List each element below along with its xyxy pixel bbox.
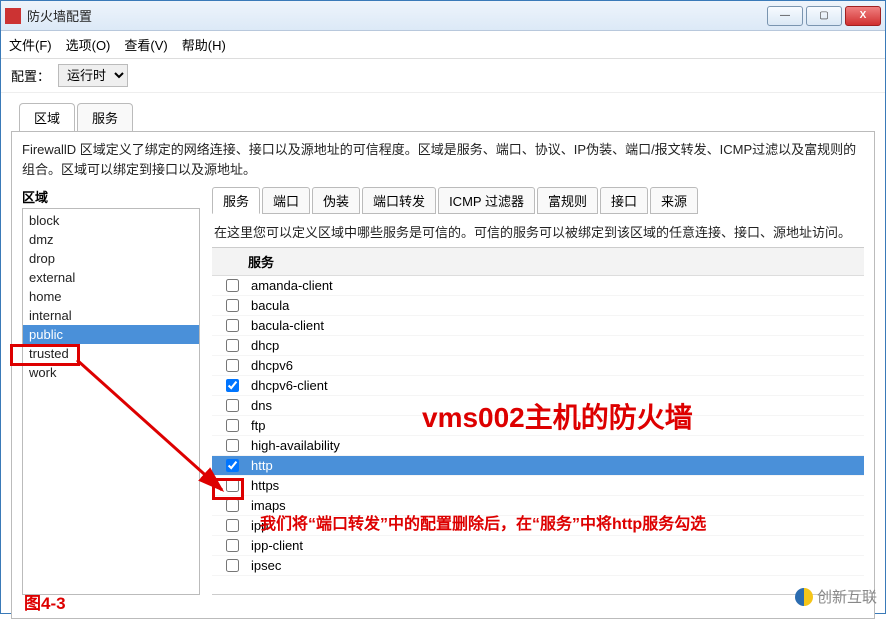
zone-item-work[interactable]: work: [23, 363, 199, 382]
service-label: dhcp: [251, 338, 279, 353]
service-label: ipp: [251, 518, 268, 533]
window-title: 防火墙配置: [27, 6, 767, 25]
zone-item-dmz[interactable]: dmz: [23, 230, 199, 249]
service-row-imaps[interactable]: imaps: [212, 496, 864, 516]
menu-view[interactable]: 查看(V): [124, 35, 167, 54]
service-checkbox-ipp[interactable]: [226, 519, 239, 532]
service-checkbox-amanda-client[interactable]: [226, 279, 239, 292]
service-checkbox-dhcp[interactable]: [226, 339, 239, 352]
service-row-http[interactable]: http: [212, 456, 864, 476]
zone-item-block[interactable]: block: [23, 211, 199, 230]
menubar: 文件(F) 选项(O) 查看(V) 帮助(H): [1, 31, 885, 59]
watermark: 创新互联: [795, 586, 877, 607]
service-row-ipsec[interactable]: ipsec: [212, 556, 864, 576]
zone-item-trusted[interactable]: trusted: [23, 344, 199, 363]
zone-item-public[interactable]: public: [23, 325, 199, 344]
service-label: https: [251, 478, 279, 493]
subtab-ICMP 过滤器[interactable]: ICMP 过滤器: [438, 187, 535, 214]
service-label: ipp-client: [251, 538, 303, 553]
service-row-ipp[interactable]: ipp: [212, 516, 864, 536]
service-checkbox-bacula[interactable]: [226, 299, 239, 312]
service-label: dns: [251, 398, 272, 413]
service-row-https[interactable]: https: [212, 476, 864, 496]
service-label: ftp: [251, 418, 265, 433]
zone-column: 区域 blockdmzdropexternalhomeinternalpubli…: [22, 187, 200, 595]
config-label: 配置：: [11, 66, 50, 85]
service-checkbox-dhcpv6-client[interactable]: [226, 379, 239, 392]
zone-list-label: 区域: [22, 187, 200, 206]
zone-item-internal[interactable]: internal: [23, 306, 199, 325]
service-row-dns[interactable]: dns: [212, 396, 864, 416]
maximize-button[interactable]: ▢: [806, 6, 842, 26]
service-checkbox-high-availability[interactable]: [226, 439, 239, 452]
service-table: 服务 amanda-client bacula bacula-client dhcp d…: [212, 247, 864, 595]
app-window: 防火墙配置 — ▢ X 文件(F) 选项(O) 查看(V) 帮助(H) 配置： …: [0, 0, 886, 614]
menu-help[interactable]: 帮助(H): [182, 35, 226, 54]
tab-service[interactable]: 服务: [77, 103, 133, 131]
top-tabs: 区域 服务: [19, 103, 885, 131]
sub-tabs: 服务端口伪装端口转发ICMP 过滤器富规则接口来源: [212, 187, 864, 214]
service-checkbox-http[interactable]: [226, 459, 239, 472]
service-checkbox-dns[interactable]: [226, 399, 239, 412]
subtab-来源[interactable]: 来源: [650, 187, 698, 214]
config-row: 配置： 运行时永久: [1, 59, 885, 93]
service-label: high-availability: [251, 438, 340, 453]
service-checkbox-ftp[interactable]: [226, 419, 239, 432]
minimize-button[interactable]: —: [767, 6, 803, 26]
titlebar: 防火墙配置 — ▢ X: [1, 1, 885, 31]
main-panel: FirewallD 区域定义了绑定的网络连接、接口以及源地址的可信程度。区域是服…: [11, 131, 875, 619]
titlebar-buttons: — ▢ X: [767, 6, 881, 26]
service-checkbox-dhcpv6[interactable]: [226, 359, 239, 372]
subtab-端口转发[interactable]: 端口转发: [362, 187, 436, 214]
zone-item-drop[interactable]: drop: [23, 249, 199, 268]
service-row-bacula-client[interactable]: bacula-client: [212, 316, 864, 336]
service-label: dhcpv6-client: [251, 378, 328, 393]
service-column-header: 服务: [212, 248, 864, 276]
service-checkbox-bacula-client[interactable]: [226, 319, 239, 332]
columns: 区域 blockdmzdropexternalhomeinternalpubli…: [22, 187, 864, 595]
zone-list[interactable]: blockdmzdropexternalhomeinternalpublictr…: [22, 208, 200, 595]
tab-zone[interactable]: 区域: [19, 103, 75, 131]
service-label: imaps: [251, 498, 286, 513]
service-checkbox-imaps[interactable]: [226, 499, 239, 512]
service-checkbox-https[interactable]: [226, 479, 239, 492]
menu-file[interactable]: 文件(F): [9, 35, 52, 54]
service-list[interactable]: amanda-client bacula bacula-client dhcp dhcp…: [212, 276, 864, 576]
service-label: ipsec: [251, 558, 281, 573]
service-row-dhcp[interactable]: dhcp: [212, 336, 864, 356]
service-row-dhcpv6-client[interactable]: dhcpv6-client: [212, 376, 864, 396]
zone-description: FirewallD 区域定义了绑定的网络连接、接口以及源地址的可信程度。区域是服…: [22, 140, 864, 179]
subtab-富规则[interactable]: 富规则: [537, 187, 598, 214]
service-row-amanda-client[interactable]: amanda-client: [212, 276, 864, 296]
service-row-ipp-client[interactable]: ipp-client: [212, 536, 864, 556]
close-button[interactable]: X: [845, 6, 881, 26]
service-label: dhcpv6: [251, 358, 293, 373]
app-icon: [5, 8, 21, 24]
service-checkbox-ipsec[interactable]: [226, 559, 239, 572]
detail-column: 服务端口伪装端口转发ICMP 过滤器富规则接口来源 在这里您可以定义区域中哪些服…: [212, 187, 864, 595]
subtab-端口[interactable]: 端口: [262, 187, 310, 214]
service-label: bacula-client: [251, 318, 324, 333]
subtab-接口[interactable]: 接口: [600, 187, 648, 214]
menu-options[interactable]: 选项(O): [66, 35, 111, 54]
service-row-bacula[interactable]: bacula: [212, 296, 864, 316]
service-label: http: [251, 458, 273, 473]
service-description: 在这里您可以定义区域中哪些服务是可信的。可信的服务可以被绑定到该区域的任意连接、…: [214, 222, 862, 241]
service-checkbox-ipp-client[interactable]: [226, 539, 239, 552]
watermark-icon: [795, 588, 813, 606]
watermark-text: 创新互联: [817, 586, 877, 607]
zone-item-external[interactable]: external: [23, 268, 199, 287]
service-label: bacula: [251, 298, 289, 313]
service-row-dhcpv6[interactable]: dhcpv6: [212, 356, 864, 376]
figure-label: 图4-3: [24, 589, 66, 614]
service-row-high-availability[interactable]: high-availability: [212, 436, 864, 456]
service-label: amanda-client: [251, 278, 333, 293]
config-select[interactable]: 运行时永久: [58, 64, 128, 87]
subtab-伪装[interactable]: 伪装: [312, 187, 360, 214]
subtab-服务[interactable]: 服务: [212, 187, 260, 214]
zone-item-home[interactable]: home: [23, 287, 199, 306]
service-row-ftp[interactable]: ftp: [212, 416, 864, 436]
